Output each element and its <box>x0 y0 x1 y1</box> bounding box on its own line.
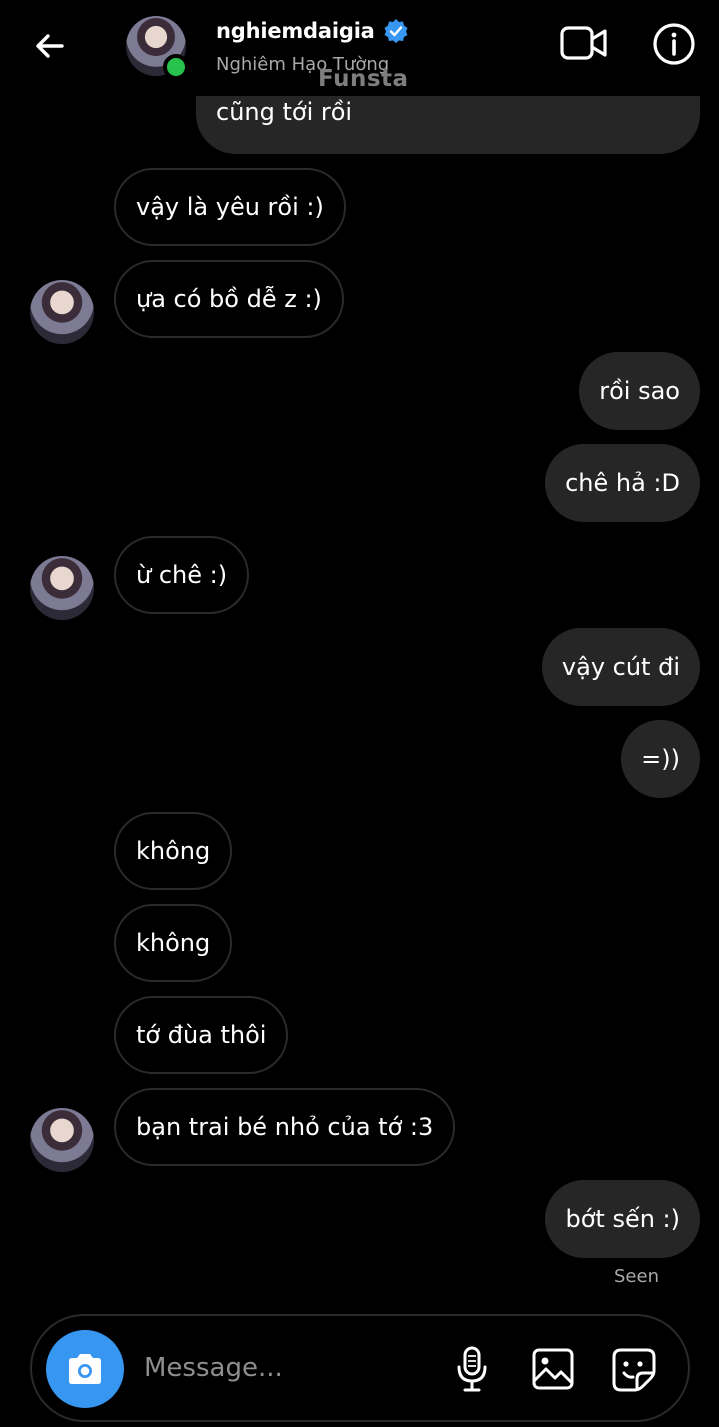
sender-avatar[interactable] <box>30 1108 94 1172</box>
message-text: chê hả :D <box>565 469 680 497</box>
camera-button[interactable] <box>46 1330 124 1408</box>
message-incoming[interactable]: không <box>114 904 233 982</box>
chat-header: nghiemdaigia Nghiêm Hạo Tường Funsta <box>0 0 719 96</box>
message-composer <box>30 1314 690 1422</box>
info-icon <box>653 23 695 65</box>
message-incoming[interactable]: không <box>114 812 233 890</box>
message-incoming[interactable]: ừ chê :) <box>114 536 250 614</box>
sender-avatar[interactable] <box>30 556 94 620</box>
message-incoming[interactable]: tớ đùa thôi <box>114 996 289 1074</box>
message-text: bớt sến :) <box>565 1205 680 1233</box>
sticker-button[interactable] <box>610 1346 658 1394</box>
message-outgoing[interactable]: rồi sao <box>579 352 700 430</box>
verified-badge-icon <box>384 19 408 43</box>
message-text: vậy cút đi <box>561 653 680 681</box>
back-arrow-icon <box>36 34 64 58</box>
message-text: ựa có bồ dễ z :) <box>136 285 322 313</box>
message-text: cũng tới rồi <box>216 98 353 126</box>
gallery-button[interactable] <box>530 1346 576 1392</box>
message-incoming[interactable]: ựa có bồ dễ z :) <box>114 260 344 338</box>
message-input[interactable] <box>144 1346 434 1390</box>
message-text: bạn trai bé nhỏ của tớ :3 <box>136 1113 434 1141</box>
voice-message-button[interactable] <box>450 1344 494 1394</box>
online-status-dot <box>163 54 189 80</box>
contact-username: nghiemdaigia <box>216 19 375 43</box>
message-outgoing[interactable]: chê hả :D <box>545 444 700 522</box>
message-text: không <box>136 837 211 865</box>
camera-icon <box>69 1354 101 1384</box>
message-text: không <box>136 929 211 957</box>
message-outgoing[interactable]: vậy cút đi <box>541 628 700 706</box>
sender-avatar[interactable] <box>30 280 94 344</box>
message-incoming[interactable]: vậy là yêu rồi :) <box>114 168 346 246</box>
info-button[interactable] <box>650 20 698 68</box>
message-text: ừ chê :) <box>136 561 228 589</box>
message-text: tớ đùa thôi <box>136 1021 267 1049</box>
sticker-icon <box>612 1348 656 1392</box>
microphone-icon <box>457 1346 487 1392</box>
username-row[interactable]: nghiemdaigia <box>216 18 409 44</box>
message-text: =)) <box>641 745 680 773</box>
gallery-icon <box>532 1348 574 1390</box>
message-incoming[interactable]: bạn trai bé nhỏ của tớ :3 <box>114 1088 456 1166</box>
message-outgoing[interactable]: =)) <box>621 720 700 798</box>
message-outgoing[interactable]: bớt sến :) <box>545 1180 700 1258</box>
back-button[interactable] <box>28 22 72 70</box>
seen-status: Seen <box>614 1266 659 1287</box>
message-text: rồi sao <box>599 377 680 405</box>
watermark: Funsta <box>318 66 409 92</box>
video-call-button[interactable] <box>556 20 612 66</box>
message-text: vậy là yêu rồi :) <box>136 193 324 221</box>
video-call-icon <box>560 26 607 60</box>
